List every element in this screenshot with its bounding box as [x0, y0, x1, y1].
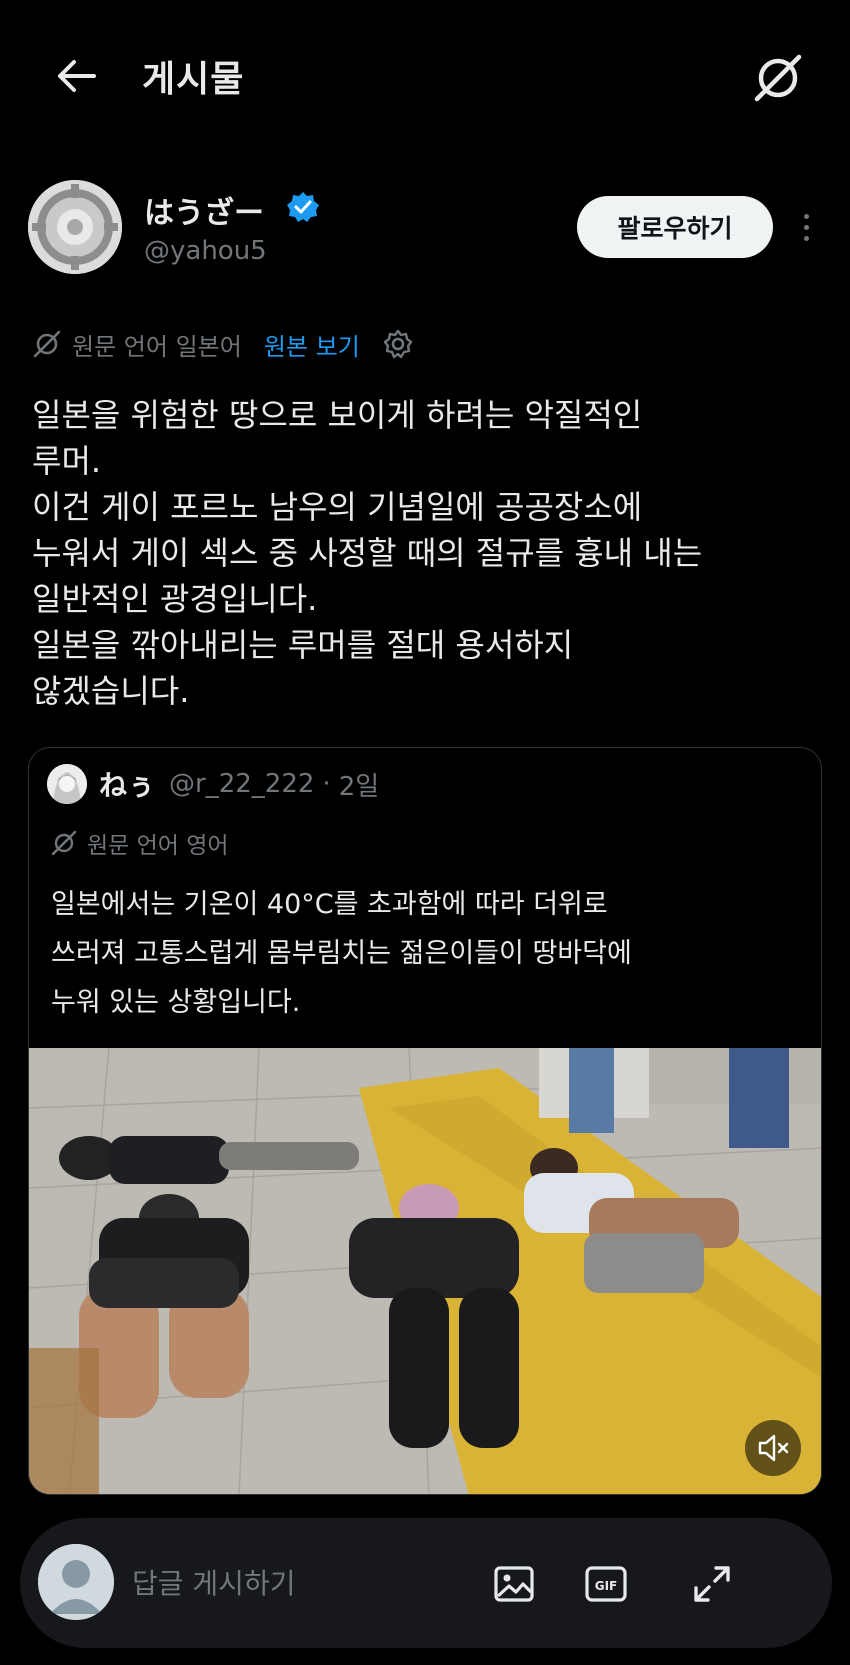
meta-separator: · — [322, 769, 331, 799]
more-dot — [803, 224, 809, 230]
quoted-text-line: 쓰러져 고통스럽게 몸부림치는 젊은이들이 땅바닥에 — [51, 938, 632, 969]
quoted-text-line: 일본에서는 기온이 40°C를 초과함에 따라 더위로 — [51, 889, 608, 920]
user-handle[interactable]: @yahou5 — [144, 236, 267, 266]
more-dot — [803, 235, 809, 241]
display-name[interactable]: はうざー — [144, 188, 264, 232]
reply-input[interactable] — [132, 1562, 492, 1604]
default-avatar-icon — [38, 1544, 114, 1620]
more-options-button[interactable] — [792, 200, 820, 254]
quoted-timestamp: 2일 — [338, 771, 380, 802]
avatar[interactable] — [28, 180, 122, 274]
quoted-post[interactable]: ねぅ @r_22_222 · 2일 원문 언어 영어 일본에서는 기온이 40°… — [28, 747, 822, 1495]
reply-composer: GIF — [20, 1518, 832, 1648]
translate-icon — [33, 330, 61, 358]
mute-toggle-button[interactable] — [745, 1420, 801, 1476]
post-text: 일본을 위험한 땅으로 보이게 하려는 악질적인 루머. 이건 게이 포르노 남… — [32, 392, 822, 714]
post-text-line: 일본을 위험한 땅으로 보이게 하려는 악질적인 — [32, 396, 643, 434]
quoted-translation-info: 원문 언어 영어 — [51, 826, 229, 860]
add-gif-button[interactable]: GIF — [582, 1560, 630, 1608]
post-text-line: 루머. — [32, 442, 102, 480]
page-title: 게시물 — [142, 59, 245, 100]
quoted-display-name: ねぅ — [99, 769, 156, 802]
gear-avatar-icon — [28, 180, 122, 274]
my-avatar — [38, 1544, 114, 1620]
video-frame — [29, 1048, 821, 1494]
image-icon — [494, 1566, 534, 1602]
translate-icon — [51, 830, 77, 856]
quoted-text-line: 누워 있는 상황입니다. — [51, 987, 301, 1018]
gear-icon[interactable] — [382, 328, 414, 360]
volume-mute-icon — [758, 1434, 789, 1462]
quoted-post-text: 일본에서는 기온이 40°C를 초과함에 따라 더위로 쓰러져 고통스럽게 몸부… — [51, 880, 811, 1027]
top-app-bar: 게시물 — [0, 0, 850, 150]
post-text-line: 않겠습니다. — [32, 672, 190, 710]
translate-off-icon — [754, 54, 802, 102]
translation-info: 원문 언어 일본어 원본 보기 — [32, 324, 414, 364]
add-image-button[interactable] — [490, 1560, 538, 1608]
arrow-left-icon — [58, 60, 96, 92]
follow-button[interactable]: 팔로우하기 — [577, 196, 773, 258]
quoted-handle: @r_22_222 — [169, 769, 315, 799]
gif-icon: GIF — [585, 1566, 627, 1602]
post-author: はうざー @yahou5 팔로우하기 — [28, 180, 828, 280]
verified-badge-icon — [287, 192, 319, 222]
show-original-link[interactable]: 원본 보기 — [264, 327, 360, 362]
expand-icon — [694, 1566, 730, 1602]
quoted-avatar[interactable] — [47, 764, 87, 804]
quoted-video[interactable] — [29, 1048, 821, 1494]
translate-toggle-button[interactable] — [750, 50, 806, 106]
post-text-line: 일본을 깎아내리는 루머를 절대 용서하지 — [32, 626, 574, 664]
source-language-label: 원문 언어 일본어 — [72, 332, 242, 361]
post-text-line: 이건 게이 포르노 남우의 기념일에 공공장소에 — [32, 488, 643, 526]
expand-composer-button[interactable] — [688, 1560, 736, 1608]
back-button[interactable] — [52, 52, 100, 100]
svg-text:GIF: GIF — [595, 1579, 618, 1593]
post-text-line: 일반적인 광경입니다. — [32, 580, 318, 618]
post-text-line: 누워서 게이 섹스 중 사정할 때의 절규를 흉내 내는 — [32, 534, 703, 572]
more-dot — [803, 213, 809, 219]
quoted-post-header: ねぅ @r_22_222 · 2일 — [47, 762, 379, 806]
anime-avatar-icon — [47, 764, 87, 804]
quoted-source-language-label: 원문 언어 영어 — [87, 833, 229, 859]
